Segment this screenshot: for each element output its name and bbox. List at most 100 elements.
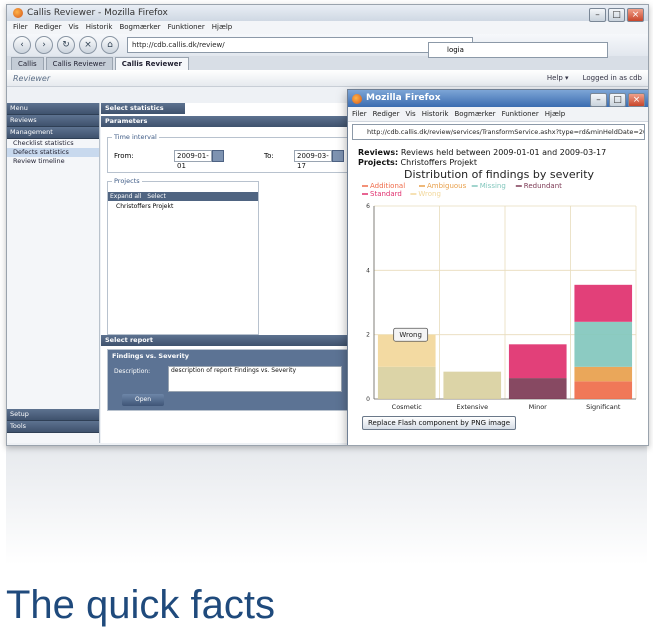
bar-segment	[508, 344, 567, 379]
bar-segment	[443, 371, 502, 399]
menu-funktioner[interactable]: Funktioner	[168, 21, 205, 34]
menu-hjaelp[interactable]: Hjælp	[212, 21, 232, 34]
legend-label: Standard	[370, 190, 402, 198]
popup-window: Mozilla Firefox – □ × Filer Rediger Vis …	[347, 89, 648, 445]
reviews-label: Reviews:	[358, 148, 399, 157]
menu-bar: Filer Rediger Vis Historik Bogmærker Fun…	[7, 21, 648, 34]
report-name[interactable]: Findings vs. Severity	[108, 350, 348, 362]
popup-title: Mozilla Firefox	[366, 93, 441, 103]
expand-all-button[interactable]: Expand all	[110, 193, 141, 200]
home-button[interactable]: ⌂	[101, 36, 119, 54]
menu-hjaelp[interactable]: Hjælp	[545, 107, 565, 121]
projects-toolbar: Expand all Select	[108, 192, 258, 201]
menu-rediger[interactable]: Rediger	[373, 107, 400, 121]
app-header: Reviewer Help ▾ Logged in as cdb	[7, 70, 648, 87]
x-tick-label: Minor	[529, 403, 548, 411]
from-date-field[interactable]: 2009-01-01	[174, 150, 212, 170]
x-tick-label: Extensive	[456, 403, 488, 411]
bar-segment	[508, 378, 567, 399]
bar-segment	[574, 381, 633, 399]
legend-label: Additional	[370, 182, 405, 190]
open-button[interactable]: Open	[122, 394, 164, 406]
menu-filer[interactable]: Filer	[13, 21, 28, 34]
sidebar-item-checklist-statistics[interactable]: Checklist statistics	[7, 139, 99, 148]
menu-funktioner[interactable]: Funktioner	[502, 107, 539, 121]
x-tick-label: Cosmetic	[392, 403, 423, 411]
browser-title: Callis Reviewer - Mozilla Firefox	[27, 8, 168, 18]
report-panel: Findings vs. Severity Description: descr…	[107, 349, 349, 411]
sidebar-item-review-timeline[interactable]: Review timeline	[7, 157, 99, 166]
select-statistics-tab[interactable]: Select statistics	[101, 103, 185, 114]
sidebar-section-management[interactable]: Management	[7, 127, 99, 139]
legend-label: Wrong	[418, 190, 441, 198]
login-status: Logged in as cdb	[582, 74, 642, 82]
tab-strip: Callis Callis Reviewer Callis Reviewer	[7, 56, 648, 70]
menu-bogmaerker[interactable]: Bogmærker	[454, 107, 495, 121]
sidebar-section-setup[interactable]: Setup	[7, 409, 99, 421]
menu-historik[interactable]: Historik	[422, 107, 449, 121]
caption-heading: The quick facts	[6, 583, 276, 627]
tooltip-text: Wrong	[399, 331, 422, 339]
tab-callis[interactable]: Callis	[11, 57, 44, 70]
url-bar[interactable]: http://cdb.callis.dk/review/	[127, 37, 473, 53]
description-label: Description:	[114, 368, 151, 375]
projects-fieldset: Projects Expand all Select Christoffers …	[107, 177, 259, 335]
browser-titlebar: Callis Reviewer - Mozilla Firefox	[7, 5, 648, 21]
stop-button[interactable]: ×	[79, 36, 97, 54]
sidebar-section-reviews[interactable]: Reviews	[7, 115, 99, 127]
chart-title: Distribution of findings by severity	[404, 168, 595, 181]
minimize-button[interactable]: –	[590, 93, 607, 107]
menu-rediger[interactable]: Rediger	[35, 21, 62, 34]
select-report-header: Select report	[101, 335, 347, 346]
app-title: Reviewer	[13, 73, 51, 83]
back-button[interactable]: ‹	[13, 36, 31, 54]
y-tick-label: 4	[366, 267, 370, 274]
popup-window-controls: – □ ×	[590, 93, 645, 107]
search-input[interactable]: logia	[428, 42, 608, 58]
help-menu[interactable]: Help ▾	[547, 74, 569, 82]
legend-label: Ambiguous	[427, 182, 467, 190]
bar-segment	[574, 284, 633, 322]
tab-callis-reviewer-2[interactable]: Callis Reviewer	[114, 57, 189, 70]
legend-label: Missing	[480, 182, 506, 190]
firefox-icon	[352, 94, 362, 104]
reload-button[interactable]: ↻	[57, 36, 75, 54]
select-button[interactable]: Select	[147, 193, 166, 200]
tab-callis-reviewer-1[interactable]: Callis Reviewer	[45, 57, 113, 70]
forward-button[interactable]: ›	[35, 36, 53, 54]
sidebar-section-tools[interactable]: Tools	[7, 421, 99, 433]
minimize-button[interactable]: –	[589, 8, 606, 22]
browser-window: Callis Reviewer - Mozilla Firefox – □ × …	[6, 4, 649, 446]
description-field[interactable]: description of report Findings vs. Sever…	[168, 366, 342, 392]
menu-historik[interactable]: Historik	[86, 21, 113, 34]
popup-url-bar[interactable]: http://cdb.callis.dk/review/services/Tra…	[352, 124, 645, 140]
time-interval-legend: Time interval	[112, 133, 159, 141]
window-reflection	[6, 445, 647, 565]
chart-container: Distribution of findings by severity Addi…	[354, 166, 644, 421]
menu-vis[interactable]: Vis	[68, 21, 78, 34]
menu-vis[interactable]: Vis	[405, 107, 415, 121]
legend-label: Redundant	[524, 182, 562, 190]
close-button[interactable]: ×	[628, 93, 645, 107]
projects-legend: Projects	[112, 177, 142, 185]
project-tree-item[interactable]: Christoffers Projekt	[108, 201, 258, 212]
sidebar-item-defects-statistics[interactable]: Defects statistics	[7, 148, 99, 157]
report-info: Reviews: Reviews held between 2009-01-01…	[348, 142, 648, 168]
menu-filer[interactable]: Filer	[352, 107, 367, 121]
replace-flash-button[interactable]: Replace Flash component by PNG image	[362, 416, 517, 430]
sidebar-menu-header[interactable]: Menu	[7, 103, 99, 115]
sidebar: Menu Reviews Management Checklist statis…	[7, 103, 100, 443]
maximize-button[interactable]: □	[609, 93, 626, 107]
bar-segment	[574, 321, 633, 367]
menu-bogmaerker[interactable]: Bogmærker	[119, 21, 160, 34]
calendar-icon[interactable]	[212, 150, 224, 162]
maximize-button[interactable]: □	[608, 8, 625, 22]
y-tick-label: 0	[366, 396, 370, 403]
calendar-icon[interactable]	[332, 150, 344, 162]
reviews-value: Reviews held between 2009-01-01 and 2009…	[400, 148, 607, 157]
from-label: From:	[114, 152, 134, 160]
firefox-icon	[13, 8, 23, 18]
close-button[interactable]: ×	[627, 8, 644, 22]
popup-menu-bar: Filer Rediger Vis Historik Bogmærker Fun…	[348, 107, 648, 122]
to-date-field[interactable]: 2009-03-17	[294, 150, 332, 170]
